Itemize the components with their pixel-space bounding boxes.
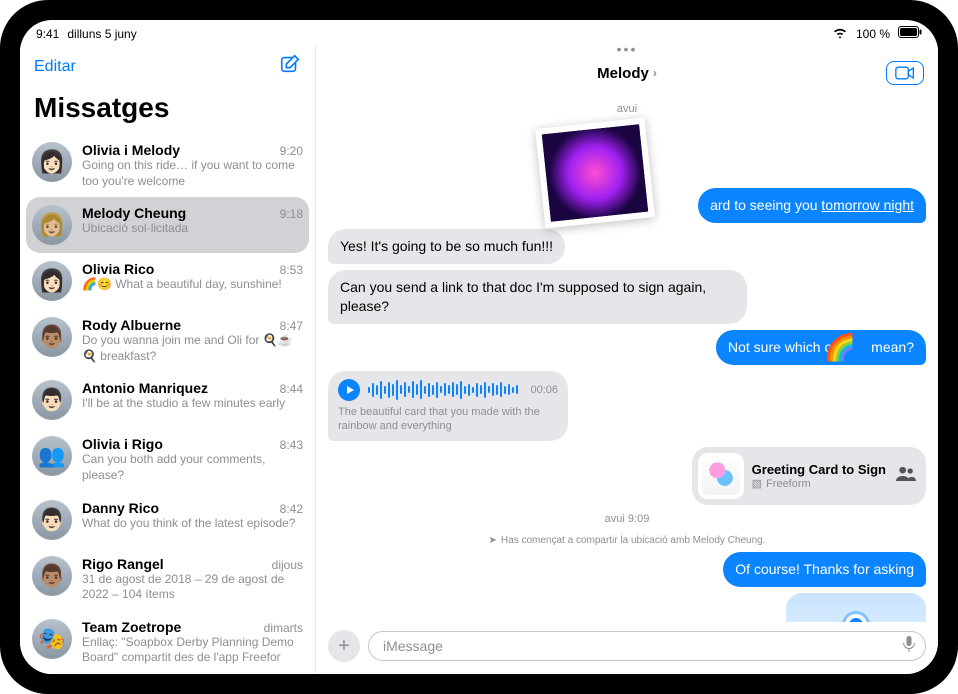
sidebar-title: Missatges [20, 84, 315, 134]
message-link[interactable]: tomorrow night [821, 197, 914, 213]
conversation-preview: What do you think of the latest episode? [82, 516, 303, 532]
location-dot-icon [845, 614, 867, 622]
edit-button[interactable]: Editar [34, 58, 76, 76]
avatar: 👨🏽 [32, 317, 72, 357]
conversation-main: ••• Melody › avui ard to seei [316, 43, 938, 674]
voice-message[interactable]: 00:06 The beautiful card that you made w… [328, 371, 568, 442]
avatar: 👩🏻 [32, 142, 72, 182]
conversation-preview: 31 de agost de 2018 – 29 de agost de 202… [82, 572, 303, 603]
avatar: 👩🏻 [32, 261, 72, 301]
message-text: Not sure which one [728, 339, 848, 355]
conversation-item[interactable]: 👩🏻 Olivia i Melody 9:20 Going on this ri… [20, 134, 315, 197]
date-label: avui [328, 103, 926, 115]
attachment-card[interactable]: Greeting Card to Sign ▧ Freeform [692, 447, 926, 505]
status-bar: 9:41 dilluns 5 juny 100 % [20, 20, 938, 43]
conversation-item[interactable]: 👨🏽 Rigo Rangel dijous 31 de agost de 201… [20, 548, 315, 611]
conversation-time: 9:18 [280, 207, 303, 221]
received-bubble[interactable]: Can you send a link to that doc I'm supp… [328, 270, 747, 324]
avatar: 👨🏻 [32, 380, 72, 420]
conversation-item[interactable]: 👩🏻 Olivia Rico 8:53 🌈😊 What a beautiful … [20, 253, 315, 309]
conversation-name: Olivia i Rigo [82, 436, 163, 452]
window-handle-icon[interactable]: ••• [617, 43, 638, 57]
conversation-item[interactable]: 👩🏼 Melody Cheung 9:18 Ubicació sol·licit… [26, 197, 309, 253]
status-date: dilluns 5 juny [67, 27, 136, 41]
conversation-preview: Going on this ride… if you want to come … [82, 158, 303, 189]
mic-icon[interactable] [903, 636, 915, 656]
message-text: ard to seeing you [710, 197, 821, 213]
conversation-list[interactable]: 👩🏻 Olivia i Melody 9:20 Going on this ri… [20, 134, 315, 674]
conversation-name: Danny Rico [82, 500, 159, 516]
voice-duration: 00:06 [530, 384, 558, 396]
conversation-preview: Ubicació sol·licitada [82, 221, 303, 237]
sent-bubble[interactable]: ard to seeing you tomorrow night [698, 188, 926, 223]
conversation-name: Olivia Rico [82, 261, 154, 277]
waveform[interactable] [368, 380, 522, 400]
location-arrow-icon: ➤ [489, 535, 497, 546]
conversation-preview: 🌈😊 What a beautiful day, sunshine! [82, 277, 303, 293]
conversation-item[interactable]: 🎭 Team Zoetrope dimarts Enllaç: "Soapbox… [20, 611, 315, 674]
conversation-time: 8:53 [280, 263, 303, 277]
attachment-title: Greeting Card to Sign [752, 462, 886, 477]
sidebar: Editar Missatges 👩🏻 Olivia i Melody 9:20 [20, 43, 316, 674]
conversation-time: dimarts [264, 621, 303, 635]
message-input[interactable]: iMessage [368, 631, 926, 661]
conversation-name: Antonio Manriquez [82, 380, 208, 396]
conversation-name: Rigo Rangel [82, 556, 164, 572]
conversation-preview: Can you both add your comments, please? [82, 452, 303, 483]
conversation-preview: Do you wanna join me and Oli for 🍳☕🍳 bre… [82, 333, 303, 364]
sent-bubble[interactable]: Of course! Thanks for asking [723, 552, 926, 587]
conversation-time: 8:43 [280, 438, 303, 452]
conversation-time: 8:47 [280, 319, 303, 333]
add-attachment-button[interactable]: + [328, 630, 360, 662]
conversation-item[interactable]: 👨🏻 Danny Rico 8:42 What do you think of … [20, 492, 315, 548]
conversation-name: Team Zoetrope [82, 619, 181, 635]
compose-button[interactable] [279, 53, 301, 80]
conversation-preview: I'll be at the studio a few minutes earl… [82, 396, 303, 412]
message-thread[interactable]: avui ard to seeing you tomorrow night Ye… [316, 95, 938, 622]
attachment-thumbnail [698, 453, 744, 499]
message-text: mean? [867, 339, 914, 355]
video-call-button[interactable] [886, 61, 924, 85]
conversation-time: 9:20 [280, 144, 303, 158]
avatar: 👩🏼 [32, 205, 72, 245]
conversation-name: Olivia i Melody [82, 142, 180, 158]
sent-bubble[interactable]: Not sure which one mean? [716, 330, 926, 365]
received-bubble[interactable]: Yes! It's going to be so much fun!!! [328, 229, 565, 264]
avatar: 👨🏻 [32, 500, 72, 540]
shared-with-icon[interactable] [896, 466, 916, 487]
avatar: 🎭 [32, 619, 72, 659]
conversation-title[interactable]: Melody › [597, 65, 657, 82]
avatar: 👨🏽 [32, 556, 72, 596]
conversation-time: dijous [272, 558, 303, 572]
conversation-time: 8:42 [280, 502, 303, 516]
battery-icon [898, 26, 922, 41]
photo-attachment[interactable] [535, 118, 655, 229]
timestamp: avui 9:09 [328, 513, 926, 525]
avatar: 👥 [32, 436, 72, 476]
input-placeholder: iMessage [383, 638, 443, 654]
battery-text: 100 % [856, 27, 890, 41]
freeform-icon: ▧ [752, 477, 762, 490]
voice-transcript: The beautiful card that you made with th… [338, 405, 558, 434]
system-message: ➤ Has començat a compartir la ubicació a… [328, 535, 926, 546]
conversation-item[interactable]: 👨🏻 Antonio Manriquez 8:44 I'll be at the… [20, 372, 315, 428]
wifi-icon [832, 26, 848, 41]
message-composer: + iMessage [316, 622, 938, 674]
play-button[interactable] [338, 379, 360, 401]
conversation-time: 8:44 [280, 382, 303, 396]
chevron-right-icon: › [653, 66, 657, 80]
conversation-preview: Enllaç: "Soapbox Derby Planning Demo Boa… [82, 635, 303, 666]
conversation-name: Melody Cheung [82, 205, 186, 221]
contact-name: Melody [597, 65, 649, 82]
location-share-card[interactable]: Sol·licitada [786, 593, 926, 622]
conversation-item[interactable]: 👥 Olivia i Rigo 8:43 Can you both add yo… [20, 428, 315, 491]
conversation-name: Rody Albuerne [82, 317, 181, 333]
conversation-item[interactable]: 👨🏽 Rody Albuerne 8:47 Do you wanna join … [20, 309, 315, 372]
status-time: 9:41 [36, 27, 59, 41]
attachment-subtitle: ▧ Freeform [752, 477, 886, 490]
